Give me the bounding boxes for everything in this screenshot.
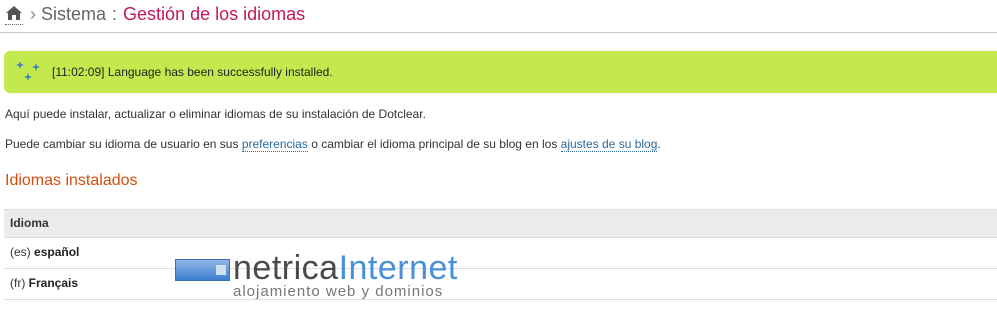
- blog-settings-link[interactable]: ajustes de su blog: [560, 137, 658, 152]
- watermark-logo-mark: [175, 259, 230, 281]
- notice-time: [11:02:09]: [52, 65, 105, 79]
- installed-languages-heading: Idiomas instalados: [5, 172, 138, 189]
- intro-links-paragraph: Puede cambiar su idioma de usuario en su…: [5, 137, 661, 152]
- sparkles-icon: [14, 59, 44, 85]
- page-title: Gestión de los idiomas: [123, 3, 306, 24]
- language-code: (fr): [10, 276, 26, 290]
- watermark-brand: netricaInternet: [233, 248, 458, 288]
- header-divider: [0, 32, 997, 33]
- column-header-language: Idioma: [10, 216, 49, 230]
- notice-text: Language has been successfully installed…: [107, 65, 333, 79]
- watermark-brand-part2: Internet: [338, 249, 458, 287]
- intro-text: Aquí puede instalar, actualizar o elimin…: [5, 107, 426, 121]
- breadcrumb-colon: :: [112, 3, 118, 24]
- preferences-link[interactable]: preferencias: [241, 137, 308, 152]
- table-header: Idioma: [4, 209, 997, 238]
- language-cell: (fr) Français: [10, 276, 78, 290]
- success-notice: [11:02:09] Language has been successfull…: [4, 51, 997, 93]
- notice-message: [11:02:09] Language has been successfull…: [52, 65, 333, 79]
- watermark-brand-part1: netrica: [233, 249, 339, 287]
- home-icon[interactable]: [5, 4, 23, 25]
- breadcrumb-parent: Sistema: [41, 3, 107, 24]
- watermark-logo: netricaInternet alojamiento web y domini…: [175, 249, 510, 302]
- intro-text-part3: .: [657, 137, 661, 151]
- language-name: español: [34, 245, 80, 259]
- intro-text-part2: o cambiar el idioma principal de su blog…: [307, 137, 561, 151]
- breadcrumb-separator: ›: [30, 3, 36, 24]
- language-cell: (es) español: [10, 245, 79, 259]
- watermark-tagline: alojamiento web y dominios: [233, 283, 444, 300]
- language-name: Français: [28, 276, 79, 290]
- breadcrumb: › Sistema : Gestión de los idiomas: [5, 3, 305, 25]
- language-code: (es): [10, 245, 31, 259]
- intro-text-part1: Puede cambiar su idioma de usuario en su…: [5, 137, 242, 151]
